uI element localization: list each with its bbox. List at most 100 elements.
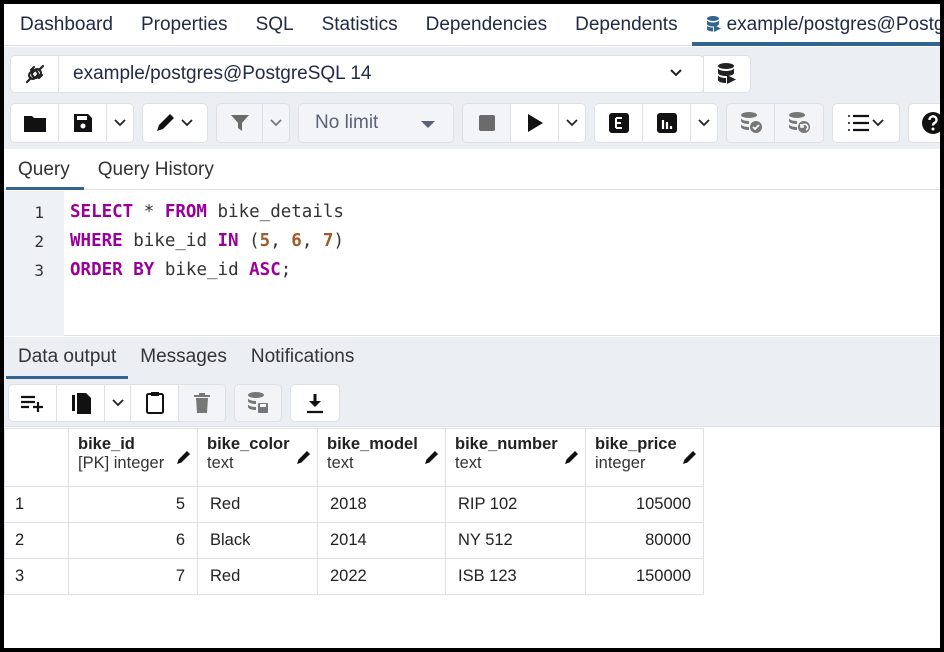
sql-text: bike_details: [206, 202, 344, 222]
help-button-group: [908, 103, 940, 143]
table-row: 3 7 Red 2022 ISB 123 150000: [4, 558, 704, 595]
chevron-down-icon: [698, 119, 710, 127]
row-button-group: [8, 384, 226, 422]
column-header-bike-id[interactable]: bike_id [PK] integer: [68, 428, 198, 487]
code-line: ORDER BY bike_id ASC;: [70, 260, 291, 280]
tab-dependents[interactable]: Dependents: [561, 4, 691, 46]
macros-dropdown-button[interactable]: [833, 104, 899, 142]
tab-query-tool[interactable]: example/postgres@PostgreSQL 14: [691, 4, 940, 46]
explain-options-dropdown[interactable]: [691, 104, 717, 142]
cell-bike-color[interactable]: Red: [197, 486, 318, 523]
file-button-group: [10, 103, 134, 143]
code-line: WHERE bike_id IN (5, 6, 7): [70, 231, 344, 251]
connection-select[interactable]: example/postgres@PostgreSQL 14: [59, 56, 703, 92]
cell-bike-price[interactable]: 105000: [585, 486, 704, 523]
pencil-icon: [157, 114, 193, 131]
cell-bike-price[interactable]: 80000: [585, 522, 704, 559]
sql-text: (: [238, 231, 260, 251]
tab-properties[interactable]: Properties: [127, 4, 242, 46]
cell-bike-color[interactable]: Red: [197, 558, 318, 595]
tab-messages[interactable]: Messages: [128, 337, 239, 379]
sql-keyword: FROM: [164, 202, 207, 222]
column-header-bike-price[interactable]: bike_price integer: [585, 428, 704, 487]
copy-button[interactable]: [57, 385, 105, 421]
cell-bike-number[interactable]: RIP 102: [445, 486, 586, 523]
line-number: 3: [34, 261, 44, 280]
transaction-button-group: [726, 103, 824, 143]
pencil-icon: [297, 451, 310, 464]
clipboard-icon: [145, 392, 164, 414]
row-number-header[interactable]: [4, 428, 69, 487]
save-data-changes-button[interactable]: [235, 385, 281, 421]
tab-dashboard[interactable]: Dashboard: [4, 4, 127, 46]
cell-bike-id[interactable]: 7: [68, 558, 198, 595]
connection-status-button[interactable]: [11, 56, 59, 92]
tab-notifications[interactable]: Notifications: [239, 337, 367, 379]
help-button[interactable]: [909, 104, 940, 142]
download-icon: [307, 394, 323, 414]
top-tab-bar: Dashboard Properties SQL Statistics Depe…: [4, 4, 940, 46]
database-rollback-icon: [789, 112, 810, 133]
tab-dependencies[interactable]: Dependencies: [412, 4, 561, 46]
tab-query[interactable]: Query: [4, 150, 84, 190]
save-options-dropdown[interactable]: [107, 104, 133, 142]
tab-statistics[interactable]: Statistics: [308, 4, 412, 46]
sql-text: *: [133, 202, 165, 222]
main-toolbar: No limit: [10, 103, 940, 143]
connection-box: example/postgres@PostgreSQL 14: [10, 55, 704, 93]
stop-button[interactable]: [463, 104, 511, 142]
tab-query-tool-label: example/postgres@PostgreSQL 14: [726, 13, 940, 35]
edit-dropdown-button[interactable]: [143, 104, 207, 142]
filter-options-dropdown[interactable]: [263, 104, 289, 142]
cell-bike-model[interactable]: 2014: [317, 522, 446, 559]
save-file-button[interactable]: [59, 104, 107, 142]
open-file-button[interactable]: [11, 104, 59, 142]
cell-bike-price[interactable]: 150000: [585, 558, 704, 595]
explain-button[interactable]: [595, 104, 643, 142]
new-query-tool-cell: [703, 56, 750, 92]
pencil-icon: [425, 451, 438, 464]
row-number[interactable]: 1: [4, 486, 69, 523]
cell-bike-number[interactable]: ISB 123: [445, 558, 586, 595]
column-header-bike-model[interactable]: bike_model text: [317, 428, 446, 487]
chevron-down-icon: [114, 119, 126, 127]
execute-button[interactable]: [511, 104, 559, 142]
row-number[interactable]: 2: [4, 522, 69, 559]
sql-keyword: BY: [133, 260, 155, 280]
cell-bike-model[interactable]: 2018: [317, 486, 446, 523]
add-row-button[interactable]: [9, 385, 57, 421]
download-csv-button[interactable]: [291, 385, 339, 421]
sql-editor[interactable]: 1 2 3 SELECT * FROM bike_details WHERE b…: [4, 191, 940, 336]
cell-bike-color[interactable]: Black: [197, 522, 318, 559]
trash-icon: [194, 393, 210, 413]
column-name: bike_price: [595, 435, 677, 453]
rollback-button[interactable]: [775, 104, 823, 142]
sql-keyword: WHERE: [70, 231, 123, 251]
cell-bike-id[interactable]: 6: [68, 522, 198, 559]
tab-data-output[interactable]: Data output: [4, 337, 129, 379]
sql-keyword: ORDER: [70, 260, 123, 280]
row-number[interactable]: 3: [4, 558, 69, 595]
copy-options-dropdown[interactable]: [105, 385, 131, 421]
column-header-bike-color[interactable]: bike_color text: [197, 428, 318, 487]
cell-bike-id[interactable]: 5: [68, 486, 198, 523]
column-header-bike-number[interactable]: bike_number text: [445, 428, 586, 487]
paste-button[interactable]: [131, 385, 179, 421]
cell-bike-number[interactable]: NY 512: [445, 522, 586, 559]
cell-bike-model[interactable]: 2022: [317, 558, 446, 595]
tab-sql[interactable]: SQL: [242, 4, 308, 46]
delete-row-button[interactable]: [179, 385, 225, 421]
tab-query-history[interactable]: Query History: [84, 150, 228, 189]
row-limit-select[interactable]: No limit: [298, 103, 454, 143]
query-toolbar-area: example/postgres@PostgreSQL 14 No limit: [4, 47, 940, 149]
filter-button[interactable]: [217, 104, 263, 142]
explain-analyze-button[interactable]: [643, 104, 691, 142]
explain-button-group: [594, 103, 718, 143]
commit-button[interactable]: [727, 104, 775, 142]
execute-options-dropdown[interactable]: [559, 104, 585, 142]
copy-icon: [71, 393, 91, 414]
table-row: 2 6 Black 2014 NY 512 80000: [4, 522, 704, 559]
sql-text: ;: [280, 260, 292, 280]
new-query-tool-button[interactable]: [703, 55, 751, 93]
edit-button-group: [142, 103, 208, 143]
